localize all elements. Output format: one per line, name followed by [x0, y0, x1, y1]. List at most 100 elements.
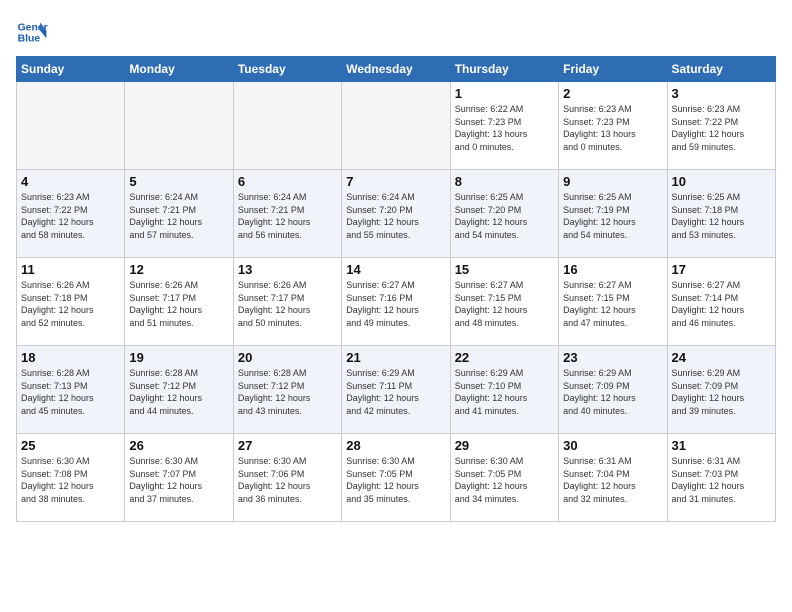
day-number: 13: [238, 262, 337, 277]
day-info: Sunrise: 6:27 AM Sunset: 7:15 PM Dayligh…: [455, 279, 554, 329]
day-info: Sunrise: 6:29 AM Sunset: 7:11 PM Dayligh…: [346, 367, 445, 417]
day-cell: 13 Sunrise: 6:26 AM Sunset: 7:17 PM Dayli…: [233, 258, 341, 346]
day-cell: 18 Sunrise: 6:28 AM Sunset: 7:13 PM Dayli…: [17, 346, 125, 434]
day-cell: 9 Sunrise: 6:25 AM Sunset: 7:19 PM Daylig…: [559, 170, 667, 258]
day-cell: [342, 82, 450, 170]
day-info: Sunrise: 6:27 AM Sunset: 7:16 PM Dayligh…: [346, 279, 445, 329]
day-number: 8: [455, 174, 554, 189]
day-cell: 19 Sunrise: 6:28 AM Sunset: 7:12 PM Dayli…: [125, 346, 233, 434]
day-cell: 4Sunrise: 6:23 AM Sunset: 7:22 PM Daylig…: [17, 170, 125, 258]
day-cell: 31 Sunrise: 6:31 AM Sunset: 7:03 PM Dayli…: [667, 434, 775, 522]
day-cell: 25 Sunrise: 6:30 AM Sunset: 7:08 PM Dayli…: [17, 434, 125, 522]
day-cell: 21Sunrise: 6:29 AM Sunset: 7:11 PM Dayli…: [342, 346, 450, 434]
day-info: Sunrise: 6:31 AM Sunset: 7:04 PM Dayligh…: [563, 455, 662, 505]
day-info: Sunrise: 6:24 AM Sunset: 7:20 PM Dayligh…: [346, 191, 445, 241]
day-number: 10: [672, 174, 771, 189]
day-info: Sunrise: 6:29 AM Sunset: 7:10 PM Dayligh…: [455, 367, 554, 417]
day-cell: 15 Sunrise: 6:27 AM Sunset: 7:15 PM Dayli…: [450, 258, 558, 346]
week-row-2: 4Sunrise: 6:23 AM Sunset: 7:22 PM Daylig…: [17, 170, 776, 258]
day-cell: 28 Sunrise: 6:30 AM Sunset: 7:05 PM Dayli…: [342, 434, 450, 522]
col-header-saturday: Saturday: [667, 57, 775, 82]
day-info: Sunrise: 6:30 AM Sunset: 7:05 PM Dayligh…: [346, 455, 445, 505]
day-number: 2: [563, 86, 662, 101]
col-header-tuesday: Tuesday: [233, 57, 341, 82]
day-info: Sunrise: 6:25 AM Sunset: 7:20 PM Dayligh…: [455, 191, 554, 241]
day-number: 18: [21, 350, 120, 365]
day-number: 4: [21, 174, 120, 189]
day-cell: 20 Sunrise: 6:28 AM Sunset: 7:12 PM Dayli…: [233, 346, 341, 434]
day-number: 27: [238, 438, 337, 453]
logo-icon: General Blue: [16, 16, 48, 48]
day-cell: 12Sunrise: 6:26 AM Sunset: 7:17 PM Dayli…: [125, 258, 233, 346]
day-cell: 26 Sunrise: 6:30 AM Sunset: 7:07 PM Dayli…: [125, 434, 233, 522]
day-cell: 23 Sunrise: 6:29 AM Sunset: 7:09 PM Dayli…: [559, 346, 667, 434]
day-number: 5: [129, 174, 228, 189]
day-info: Sunrise: 6:23 AM Sunset: 7:23 PM Dayligh…: [563, 103, 662, 153]
day-cell: 7 Sunrise: 6:24 AM Sunset: 7:20 PM Daylig…: [342, 170, 450, 258]
svg-text:Blue: Blue: [18, 34, 41, 45]
day-number: 20: [238, 350, 337, 365]
week-row-1: 1 Sunrise: 6:22 AM Sunset: 7:23 PM Daylig…: [17, 82, 776, 170]
day-number: 3: [672, 86, 771, 101]
day-number: 15: [455, 262, 554, 277]
day-info: Sunrise: 6:30 AM Sunset: 7:06 PM Dayligh…: [238, 455, 337, 505]
day-info: Sunrise: 6:26 AM Sunset: 7:17 PM Dayligh…: [129, 279, 228, 329]
day-cell: 6 Sunrise: 6:24 AM Sunset: 7:21 PM Daylig…: [233, 170, 341, 258]
day-cell: 8 Sunrise: 6:25 AM Sunset: 7:20 PM Daylig…: [450, 170, 558, 258]
day-info: Sunrise: 6:31 AM Sunset: 7:03 PM Dayligh…: [672, 455, 771, 505]
day-number: 26: [129, 438, 228, 453]
col-header-wednesday: Wednesday: [342, 57, 450, 82]
day-cell: 2 Sunrise: 6:23 AM Sunset: 7:23 PM Daylig…: [559, 82, 667, 170]
day-info: Sunrise: 6:28 AM Sunset: 7:12 PM Dayligh…: [238, 367, 337, 417]
day-number: 11: [21, 262, 120, 277]
col-header-thursday: Thursday: [450, 57, 558, 82]
page-header: General Blue: [16, 16, 776, 48]
day-info: Sunrise: 6:30 AM Sunset: 7:05 PM Dayligh…: [455, 455, 554, 505]
day-cell: [17, 82, 125, 170]
day-number: 23: [563, 350, 662, 365]
day-number: 1: [455, 86, 554, 101]
day-number: 29: [455, 438, 554, 453]
day-info: Sunrise: 6:25 AM Sunset: 7:19 PM Dayligh…: [563, 191, 662, 241]
day-info: Sunrise: 6:26 AM Sunset: 7:17 PM Dayligh…: [238, 279, 337, 329]
logo: General Blue: [16, 16, 48, 48]
week-row-5: 25 Sunrise: 6:30 AM Sunset: 7:08 PM Dayli…: [17, 434, 776, 522]
day-cell: [233, 82, 341, 170]
day-info: Sunrise: 6:30 AM Sunset: 7:07 PM Dayligh…: [129, 455, 228, 505]
day-cell: [125, 82, 233, 170]
day-number: 19: [129, 350, 228, 365]
day-info: Sunrise: 6:28 AM Sunset: 7:13 PM Dayligh…: [21, 367, 120, 417]
day-info: Sunrise: 6:26 AM Sunset: 7:18 PM Dayligh…: [21, 279, 120, 329]
day-info: Sunrise: 6:23 AM Sunset: 7:22 PM Dayligh…: [672, 103, 771, 153]
day-cell: 1 Sunrise: 6:22 AM Sunset: 7:23 PM Daylig…: [450, 82, 558, 170]
day-cell: 11 Sunrise: 6:26 AM Sunset: 7:18 PM Dayli…: [17, 258, 125, 346]
day-cell: 16Sunrise: 6:27 AM Sunset: 7:15 PM Dayli…: [559, 258, 667, 346]
day-number: 17: [672, 262, 771, 277]
day-info: Sunrise: 6:24 AM Sunset: 7:21 PM Dayligh…: [129, 191, 228, 241]
day-info: Sunrise: 6:27 AM Sunset: 7:14 PM Dayligh…: [672, 279, 771, 329]
day-cell: 24 Sunrise: 6:29 AM Sunset: 7:09 PM Dayli…: [667, 346, 775, 434]
week-row-4: 18 Sunrise: 6:28 AM Sunset: 7:13 PM Dayli…: [17, 346, 776, 434]
day-number: 14: [346, 262, 445, 277]
calendar-table: SundayMondayTuesdayWednesdayThursdayFrid…: [16, 56, 776, 522]
day-cell: 10Sunrise: 6:25 AM Sunset: 7:18 PM Dayli…: [667, 170, 775, 258]
day-number: 31: [672, 438, 771, 453]
day-info: Sunrise: 6:28 AM Sunset: 7:12 PM Dayligh…: [129, 367, 228, 417]
day-number: 28: [346, 438, 445, 453]
day-number: 25: [21, 438, 120, 453]
day-number: 7: [346, 174, 445, 189]
day-number: 22: [455, 350, 554, 365]
col-header-monday: Monday: [125, 57, 233, 82]
day-info: Sunrise: 6:27 AM Sunset: 7:15 PM Dayligh…: [563, 279, 662, 329]
day-info: Sunrise: 6:29 AM Sunset: 7:09 PM Dayligh…: [672, 367, 771, 417]
week-row-3: 11 Sunrise: 6:26 AM Sunset: 7:18 PM Dayli…: [17, 258, 776, 346]
day-cell: 30Sunrise: 6:31 AM Sunset: 7:04 PM Dayli…: [559, 434, 667, 522]
day-info: Sunrise: 6:24 AM Sunset: 7:21 PM Dayligh…: [238, 191, 337, 241]
day-number: 6: [238, 174, 337, 189]
day-number: 24: [672, 350, 771, 365]
day-info: Sunrise: 6:29 AM Sunset: 7:09 PM Dayligh…: [563, 367, 662, 417]
day-info: Sunrise: 6:22 AM Sunset: 7:23 PM Dayligh…: [455, 103, 554, 153]
day-info: Sunrise: 6:30 AM Sunset: 7:08 PM Dayligh…: [21, 455, 120, 505]
day-number: 9: [563, 174, 662, 189]
day-cell: 27 Sunrise: 6:30 AM Sunset: 7:06 PM Dayli…: [233, 434, 341, 522]
